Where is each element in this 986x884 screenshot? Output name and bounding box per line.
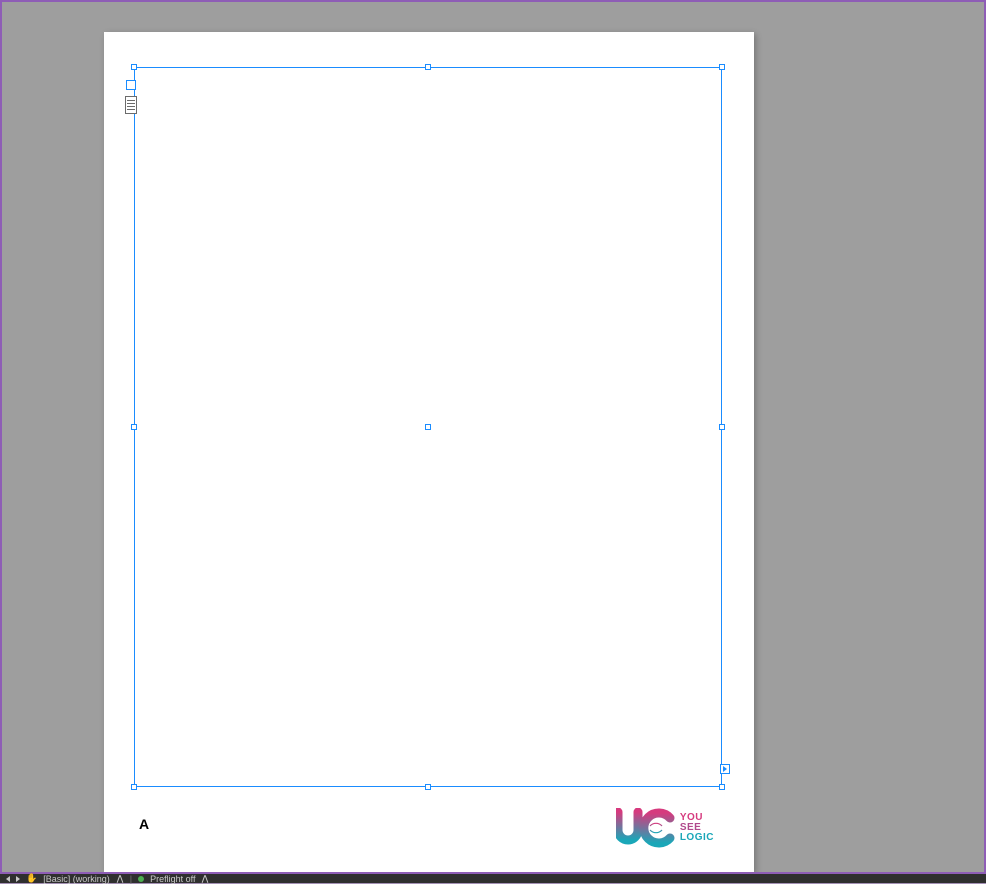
dropdown-chevron-icon[interactable] [116,875,124,883]
status-separator: | [130,874,132,884]
text-in-port[interactable] [126,80,136,90]
document-canvas[interactable]: A Y [2,2,984,872]
preflight-status-dot-icon [138,876,144,882]
dropdown-chevron-icon[interactable] [201,875,209,883]
footer-logo: YOU SEE LOGIC [616,808,714,848]
master-page-marker: A [139,816,149,832]
resize-handle-bottom-middle[interactable] [425,784,431,790]
page-nav-prev-icon[interactable] [6,876,10,882]
text-out-port[interactable] [720,764,730,774]
text-threading-widget[interactable] [125,96,137,114]
page-nav-next-icon[interactable] [16,876,20,882]
preflight-status-label[interactable]: Preflight off [150,874,195,884]
page[interactable]: A Y [104,32,754,872]
preflight-profile-label[interactable]: [Basic] (working) [43,874,110,884]
resize-handle-middle-right[interactable] [719,424,725,430]
selected-text-frame[interactable] [134,67,722,787]
frame-center-point[interactable] [425,424,431,430]
logo-text-line3: LOGIC [680,833,714,843]
resize-handle-bottom-left[interactable] [131,784,137,790]
resize-handle-middle-left[interactable] [131,424,137,430]
status-bar: ✋ [Basic] (working) | Preflight off [0,872,986,883]
resize-handle-top-left[interactable] [131,64,137,70]
resize-handle-top-middle[interactable] [425,64,431,70]
logo-text: YOU SEE LOGIC [680,813,714,843]
resize-handle-bottom-right[interactable] [719,784,725,790]
resize-handle-top-right[interactable] [719,64,725,70]
hand-icon[interactable]: ✋ [26,873,37,884]
logo-mark-icon [616,808,676,848]
